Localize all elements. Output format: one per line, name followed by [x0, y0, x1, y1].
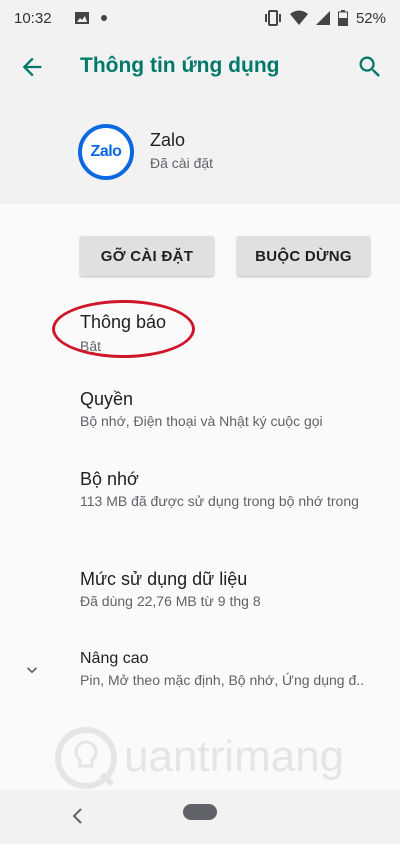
app-icon-text: Zalo: [90, 143, 122, 160]
setting-storage[interactable]: Bộ nhớ 113 MB đã được sử dụng trong bộ n…: [0, 464, 400, 554]
setting-advanced[interactable]: Nâng cao Pin, Mở theo mặc định, Bộ nhớ, …: [0, 644, 400, 704]
status-right: 52%: [264, 10, 386, 27]
watermark-text: uantrimang: [124, 732, 345, 781]
zalo-app-icon: Zalo: [78, 124, 134, 180]
battery-icon: [337, 10, 348, 26]
setting-permissions[interactable]: Quyền Bộ nhớ, Điện thoại và Nhật ký cuộc…: [0, 384, 400, 450]
setting-title: Nâng cao: [80, 650, 149, 667]
nav-back-icon[interactable]: [68, 806, 88, 826]
setting-subtitle: Pin, Mở theo mặc định, Bộ nhớ, Ứng dụng …: [80, 672, 365, 688]
app-name: Zalo: [150, 130, 186, 150]
wifi-icon: [289, 10, 308, 25]
navigation-bar: [0, 790, 400, 844]
search-icon[interactable]: [356, 53, 384, 81]
app-header: Thông tin ứng dụng Zalo Zalo Đã cài đặt: [0, 36, 400, 204]
arrow-back-icon[interactable]: [18, 53, 46, 81]
setting-title: Quyền: [80, 389, 134, 409]
app-install-status: Đã cài đặt: [150, 155, 214, 171]
lightbulb-logo-icon: [55, 727, 117, 789]
signal-icon: [315, 11, 330, 25]
setting-title: Thông báo: [80, 312, 167, 332]
status-left: 10:32: [14, 10, 108, 27]
setting-notifications[interactable]: Thông báo Bật: [0, 306, 400, 366]
battery-percent: 52%: [355, 9, 386, 27]
page-title: Thông tin ứng dụng: [80, 54, 280, 77]
setting-data-usage[interactable]: Mức sử dụng dữ liệu Đã dùng 22,76 MB từ …: [0, 564, 400, 630]
setting-subtitle: Bộ nhớ, Điện thoại và Nhật ký cuộc gọi: [80, 413, 323, 429]
setting-title: Bộ nhớ: [80, 469, 139, 489]
dot-icon: [100, 15, 107, 21]
watermark: uantrimang: [54, 720, 384, 800]
setting-subtitle: 113 MB đã được sử dụng trong bộ nhớ tron…: [80, 493, 359, 509]
status-time: 10:32: [14, 9, 52, 27]
setting-subtitle: Đã dùng 22,76 MB từ 9 thg 8: [80, 593, 261, 609]
vibrate-icon: [264, 10, 281, 26]
setting-subtitle: Bật: [80, 338, 102, 354]
setting-title: Mức sử dụng dữ liệu: [80, 569, 248, 589]
uninstall-button[interactable]: GỠ CÀI ĐẶT: [80, 236, 214, 276]
app-bar: Thông tin ứng dụng: [0, 36, 400, 98]
force-stop-button[interactable]: BUỘC DỪNG: [237, 236, 370, 276]
nav-home-pill[interactable]: [183, 804, 217, 820]
status-bar: 10:32 52%: [0, 0, 400, 36]
chevron-down-icon[interactable]: [22, 660, 42, 680]
image-icon: [74, 12, 89, 24]
action-buttons: GỠ CÀI ĐẶT BUỘC DỪNG: [0, 236, 400, 278]
